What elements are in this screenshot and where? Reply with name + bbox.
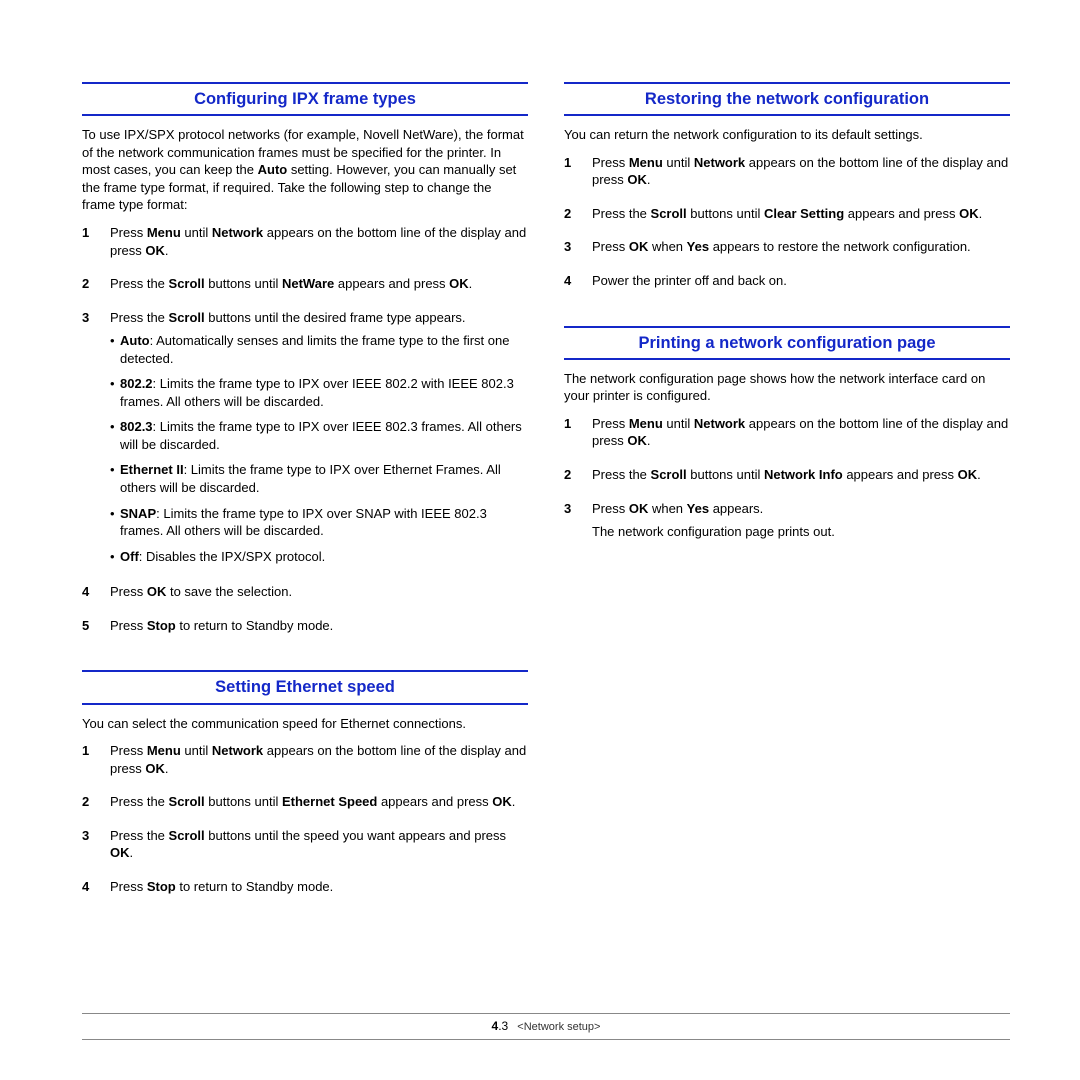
page-footer: 4.3 <Network setup> (82, 1013, 1010, 1040)
right-column: Restoring the network configuration You … (564, 82, 1010, 931)
step-body: Press the Scroll buttons until Network I… (592, 466, 1010, 490)
step-text: Press Menu until Network appears on the … (110, 224, 528, 259)
step-body: Press Menu until Network appears on the … (592, 154, 1010, 195)
step-number: 4 (564, 272, 578, 296)
section-intro: You can return the network configuration… (564, 126, 1010, 144)
section-title: Restoring the network configuration (564, 88, 1010, 110)
footer-section: <Network setup> (517, 1021, 600, 1033)
section-intro: You can select the communication speed f… (82, 715, 528, 733)
step-body: Press OK to save the selection. (110, 583, 528, 607)
step-text: Press the Scroll buttons until Network I… (592, 466, 1010, 484)
step-number: 1 (564, 415, 578, 456)
step-text: Press OK when Yes appears. (592, 500, 1010, 518)
step-text: Press OK to save the selection. (110, 583, 528, 601)
step-body: Press OK when Yes appears to restore the… (592, 238, 1010, 262)
step-text: Press OK when Yes appears to restore the… (592, 238, 1010, 256)
section-ipx: Configuring IPX frame types To use IPX/S… (82, 82, 528, 640)
step: 4 Press OK to save the selection. (82, 583, 528, 607)
step-text: Press the Scroll buttons until the speed… (110, 827, 528, 862)
bullet-item: 802.3: Limits the frame type to IPX over… (110, 418, 528, 453)
step-number: 1 (82, 742, 96, 783)
step: 3 Press the Scroll buttons until the desi… (82, 309, 528, 574)
step: 2 Press the Scroll buttons until Network … (564, 466, 1010, 490)
step-text: Press Menu until Network appears on the … (110, 742, 528, 777)
step-text: Press Menu until Network appears on the … (592, 415, 1010, 450)
section-heading: Configuring IPX frame types (82, 82, 528, 116)
step: 2 Press the Scroll buttons until Clear Se… (564, 205, 1010, 229)
bullet-item: Off: Disables the IPX/SPX protocol. (110, 548, 528, 566)
step-text: Press the Scroll buttons until the desir… (110, 309, 528, 327)
step-body: Press the Scroll buttons until Ethernet … (110, 793, 528, 817)
step-list: 1 Press Menu until Network appears on the… (564, 154, 1010, 296)
step-number: 2 (564, 205, 578, 229)
step-text: Power the printer off and back on. (592, 272, 1010, 290)
step-list: 1 Press Menu until Network appears on the… (82, 224, 528, 640)
step-number: 4 (82, 583, 96, 607)
section-intro: The network configuration page shows how… (564, 370, 1010, 405)
step-body: Press the Scroll buttons until Clear Set… (592, 205, 1010, 229)
step-note: The network configuration page prints ou… (592, 523, 1010, 541)
step-number: 3 (564, 238, 578, 262)
step-body: Press OK when Yes appears. The network co… (592, 500, 1010, 547)
step-body: Press Menu until Network appears on the … (110, 742, 528, 783)
step-body: Press the Scroll buttons until the desir… (110, 309, 528, 574)
left-column: Configuring IPX frame types To use IPX/S… (82, 82, 528, 931)
step-number: 3 (82, 827, 96, 868)
bullet-item: 802.2: Limits the frame type to IPX over… (110, 375, 528, 410)
step-body: Press Stop to return to Standby mode. (110, 878, 528, 902)
step-list: 1 Press Menu until Network appears on the… (564, 415, 1010, 547)
page-number: 4.3 (492, 1019, 509, 1033)
step-body: Power the printer off and back on. (592, 272, 1010, 296)
bullet-item: SNAP: Limits the frame type to IPX over … (110, 505, 528, 540)
step: 5 Press Stop to return to Standby mode. (82, 617, 528, 641)
bullet-item: Ethernet II: Limits the frame type to IP… (110, 461, 528, 496)
step: 3 Press OK when Yes appears. The network c… (564, 500, 1010, 547)
section-title: Configuring IPX frame types (82, 88, 528, 110)
step-number: 5 (82, 617, 96, 641)
section-heading: Printing a network configuration page (564, 326, 1010, 360)
step-body: Press Menu until Network appears on the … (110, 224, 528, 265)
step-number: 2 (82, 793, 96, 817)
step-text: Press Stop to return to Standby mode. (110, 617, 528, 635)
step-number: 3 (82, 309, 96, 574)
step: 3 Press the Scroll buttons until the spee… (82, 827, 528, 868)
step-number: 1 (82, 224, 96, 265)
step: 1 Press Menu until Network appears on the… (564, 154, 1010, 195)
content-columns: Configuring IPX frame types To use IPX/S… (82, 82, 1010, 931)
step-list: 1 Press Menu until Network appears on the… (82, 742, 528, 901)
step: 2 Press the Scroll buttons until NetWare … (82, 275, 528, 299)
step-text: Press the Scroll buttons until Clear Set… (592, 205, 1010, 223)
step-text: Press the Scroll buttons until NetWare a… (110, 275, 528, 293)
step-number: 2 (82, 275, 96, 299)
step: 3 Press OK when Yes appears to restore th… (564, 238, 1010, 262)
step-text: Press the Scroll buttons until Ethernet … (110, 793, 528, 811)
section-title: Printing a network configuration page (564, 332, 1010, 354)
step-number: 3 (564, 500, 578, 547)
section-heading: Restoring the network configuration (564, 82, 1010, 116)
step-number: 1 (564, 154, 578, 195)
step-body: Press the Scroll buttons until the speed… (110, 827, 528, 868)
step: 4 Power the printer off and back on. (564, 272, 1010, 296)
section-title: Setting Ethernet speed (82, 676, 528, 698)
step: 1 Press Menu until Network appears on the… (82, 742, 528, 783)
section-heading: Setting Ethernet speed (82, 670, 528, 704)
bullet-item: Auto: Automatically senses and limits th… (110, 332, 528, 367)
step-text: Press Menu until Network appears on the … (592, 154, 1010, 189)
section-restore: Restoring the network configuration You … (564, 82, 1010, 296)
step-number: 4 (82, 878, 96, 902)
bullet-list: Auto: Automatically senses and limits th… (110, 332, 528, 565)
step: 1 Press Menu until Network appears on the… (82, 224, 528, 265)
section-intro: To use IPX/SPX protocol networks (for ex… (82, 126, 528, 214)
step-body: Press the Scroll buttons until NetWare a… (110, 275, 528, 299)
step: 2 Press the Scroll buttons until Ethernet… (82, 793, 528, 817)
step-body: Press Stop to return to Standby mode. (110, 617, 528, 641)
step: 4 Press Stop to return to Standby mode. (82, 878, 528, 902)
step-number: 2 (564, 466, 578, 490)
section-ethernet-speed: Setting Ethernet speed You can select th… (82, 670, 528, 901)
step: 1 Press Menu until Network appears on the… (564, 415, 1010, 456)
step-text: Press Stop to return to Standby mode. (110, 878, 528, 896)
step-body: Press Menu until Network appears on the … (592, 415, 1010, 456)
section-print-config: Printing a network configuration page Th… (564, 326, 1010, 547)
